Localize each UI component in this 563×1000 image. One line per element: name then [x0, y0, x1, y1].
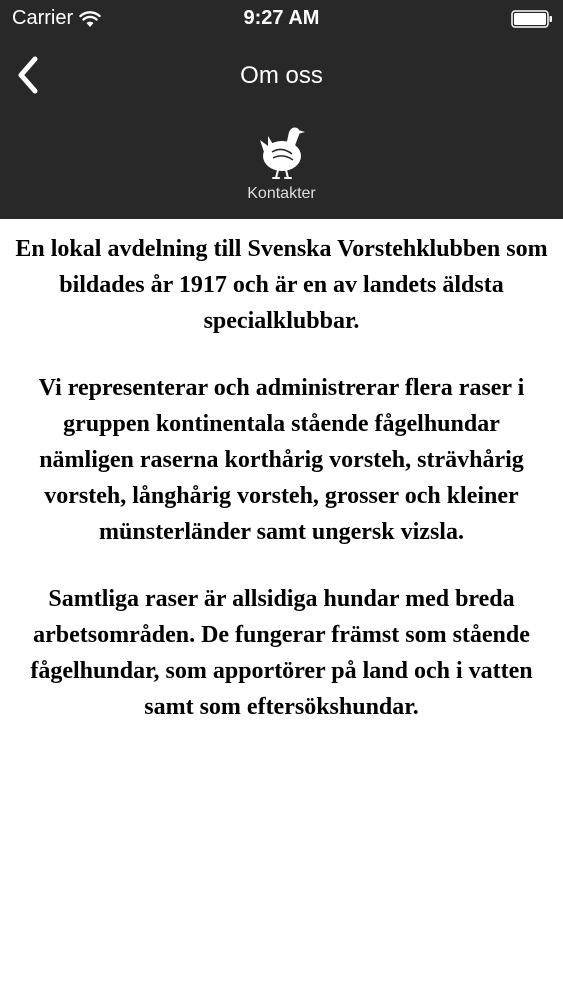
tab-contacts-label: Kontakter — [247, 185, 316, 202]
about-paragraph-1: En lokal avdelning till Svenska Vorstehk… — [15, 236, 548, 334]
about-paragraph-2: Vi representerar och administrerar flera… — [38, 375, 525, 545]
status-time: 9:27 AM — [243, 7, 320, 29]
status-bar: Carrier 9:27 AM — [0, 0, 563, 38]
about-content: En lokal avdelning till Svenska Vorstehk… — [0, 219, 563, 725]
header: Carrier 9:27 AM Om oss Kontakter — [0, 0, 563, 219]
bird-icon — [259, 127, 305, 179]
about-paragraph-3: Samtliga raser är allsidiga hundar med b… — [30, 586, 533, 720]
tab-contacts[interactable]: Kontakter — [231, 118, 332, 210]
battery-icon — [511, 10, 552, 28]
page-title: Om oss — [240, 62, 323, 89]
nav-bar: Om oss — [0, 38, 563, 112]
